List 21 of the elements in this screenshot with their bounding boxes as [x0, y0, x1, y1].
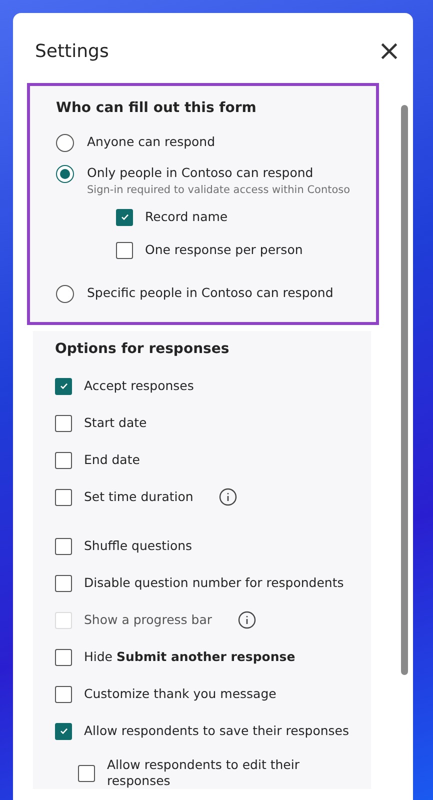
option-label: Disable question number for respondents [84, 575, 344, 591]
option-label: End date [84, 452, 140, 468]
option-label: Allow respondents to edit their responses [107, 757, 300, 789]
option-label: Only people in Contoso can respond [87, 165, 314, 181]
option-label: Accept responses [84, 378, 194, 394]
dialog-title: Settings [35, 40, 109, 62]
option-label: Start date [84, 415, 147, 431]
option-label: Customize thank you message [84, 686, 276, 702]
close-button[interactable]: × [378, 37, 401, 65]
option-label: Specific people in Contoso can respond [87, 285, 334, 301]
option-label: Show a progress bar [84, 612, 212, 628]
section-heading: Options for responses [55, 341, 230, 357]
option-label: Anyone can respond [87, 134, 216, 150]
option-label: Allow respondents to save their responses [84, 723, 349, 739]
option-label: Set time duration [84, 489, 194, 505]
hint-text: Sign-in required to validate access within Contoso [87, 184, 350, 196]
option-label: Hide Submit another response [84, 649, 296, 665]
option-label: Shuffle questions [84, 538, 192, 554]
option-label: One response per person [145, 242, 303, 258]
option-label: Record name [145, 209, 228, 225]
section-heading: Who can fill out this form [56, 100, 258, 116]
